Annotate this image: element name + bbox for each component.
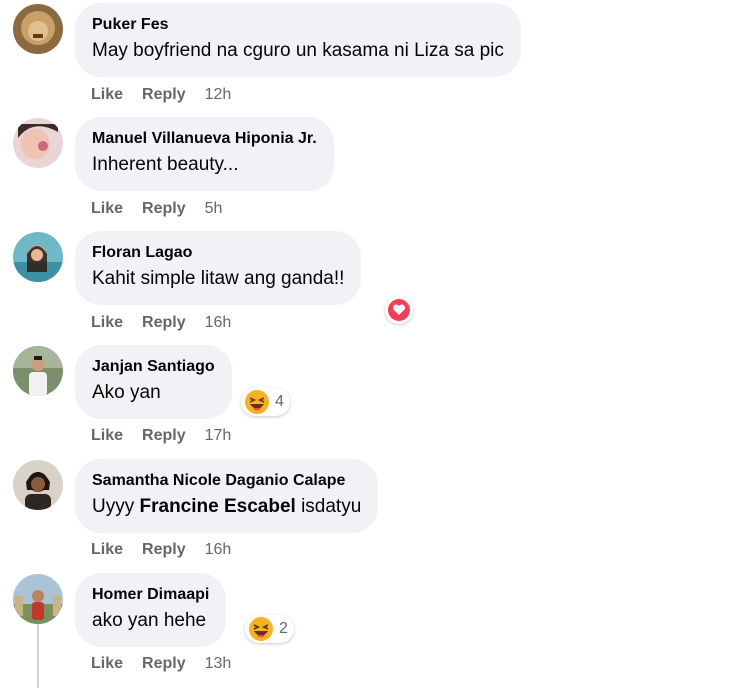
like-button[interactable]: Like: [91, 427, 123, 444]
comment-time[interactable]: 16h: [205, 541, 232, 558]
comment-actions: Like Reply 16h: [91, 540, 231, 560]
comment-time[interactable]: 13h: [205, 655, 232, 672]
comment-text: Uyyy Francine Escabel isdatyu: [92, 494, 361, 520]
reply-button[interactable]: Reply: [142, 314, 186, 331]
avatar[interactable]: [13, 118, 63, 168]
comment-author[interactable]: Floran Lagao: [92, 243, 344, 263]
like-button[interactable]: Like: [91, 314, 123, 331]
reaction-count: 4: [275, 393, 284, 410]
comment-actions: Like Reply 12h: [91, 85, 231, 105]
avatar[interactable]: [13, 232, 63, 282]
comment-time[interactable]: 16h: [205, 314, 232, 331]
reply-button[interactable]: Reply: [142, 655, 186, 672]
reply-button[interactable]: Reply: [142, 427, 186, 444]
comment-text-before: Uyyy: [92, 496, 140, 517]
comment-time[interactable]: 12h: [205, 86, 232, 103]
comment-item: Samantha Nicole Daganio Calape Uyyy Fran…: [0, 456, 750, 570]
avatar[interactable]: [13, 574, 63, 624]
like-button[interactable]: Like: [91, 86, 123, 103]
comment-author[interactable]: Homer Dimaapi: [92, 585, 209, 605]
like-button[interactable]: Like: [91, 541, 123, 558]
reaction-count: 2: [279, 620, 288, 637]
reply-button[interactable]: Reply: [142, 200, 186, 217]
like-button[interactable]: Like: [91, 655, 123, 672]
comment-text-after: isdatyu: [295, 496, 362, 517]
comment-bubble: Floran Lagao Kahit simple litaw ang gand…: [75, 231, 362, 305]
comment-actions: Like Reply 16h: [91, 313, 231, 333]
comment-text: Ako yan: [92, 382, 161, 403]
comment-item: Janjan Santiago Ako yan 4 Like Reply 17h: [0, 342, 750, 456]
comment-author[interactable]: Janjan Santiago: [92, 357, 215, 377]
haha-reaction-icon: [249, 617, 273, 641]
comment-text: Inherent beauty...: [92, 154, 239, 175]
avatar[interactable]: [13, 346, 63, 396]
comment-text: ako yan hehe: [92, 610, 207, 631]
reaction-summary[interactable]: 2: [245, 615, 294, 643]
comment-time[interactable]: 5h: [205, 200, 223, 217]
avatar[interactable]: [13, 4, 63, 54]
comment-time[interactable]: 17h: [205, 427, 232, 444]
comment-bubble: Homer Dimaapi ako yan hehe: [75, 573, 227, 647]
comment-bubble: Puker Fes May boyfriend na cguro un kasa…: [75, 3, 521, 77]
heart-reaction-icon[interactable]: [385, 296, 413, 324]
like-button[interactable]: Like: [91, 200, 123, 217]
reply-button[interactable]: Reply: [142, 541, 186, 558]
comment-bubble: Manuel Villanueva Hiponia Jr. Inherent b…: [75, 117, 334, 191]
comment-text: May boyfriend na cguro un kasama ni Liza…: [92, 40, 504, 61]
comment-item: Floran Lagao Kahit simple litaw ang gand…: [0, 228, 750, 342]
comment-author[interactable]: Manuel Villanueva Hiponia Jr.: [92, 129, 317, 149]
reaction-summary[interactable]: 4: [241, 388, 290, 416]
reply-button[interactable]: Reply: [142, 86, 186, 103]
comment-actions: Like Reply 17h: [91, 426, 231, 446]
comment-author[interactable]: Puker Fes: [92, 15, 504, 35]
comment-author[interactable]: Samantha Nicole Daganio Calape: [92, 471, 361, 491]
avatar[interactable]: [13, 460, 63, 510]
comment-actions: Like Reply 5h: [91, 199, 222, 219]
comment-bubble: Samantha Nicole Daganio Calape Uyyy Fran…: [75, 459, 379, 533]
mention-link[interactable]: Francine Escabel: [140, 496, 296, 517]
comment-actions: Like Reply 13h: [91, 654, 231, 674]
comment-text: Kahit simple litaw ang ganda!!: [92, 268, 345, 289]
comment-item: Homer Dimaapi ako yan hehe 2 Like Reply 13…: [0, 570, 750, 684]
haha-reaction-icon: [245, 390, 269, 414]
comment-item: Manuel Villanueva Hiponia Jr. Inherent b…: [0, 114, 750, 228]
comment-item: Puker Fes May boyfriend na cguro un kasa…: [0, 0, 750, 114]
comment-bubble: Janjan Santiago Ako yan: [75, 345, 232, 419]
